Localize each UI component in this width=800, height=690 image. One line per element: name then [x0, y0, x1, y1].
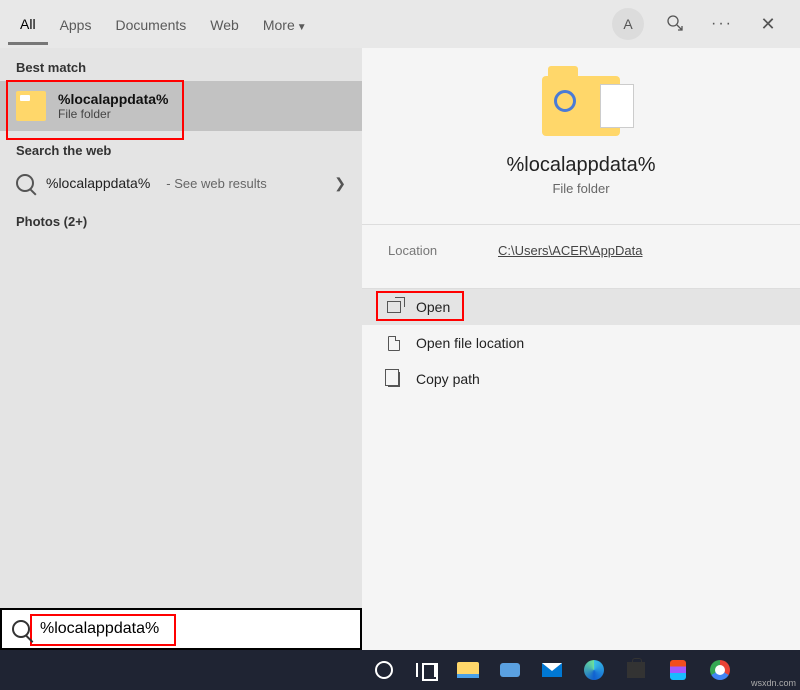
- preview-pane: %localappdata% File folder Location C:\U…: [362, 48, 800, 650]
- watermark: wsxdn.com: [751, 678, 796, 688]
- document-icon: [386, 335, 402, 351]
- chrome-icon[interactable]: [706, 656, 734, 684]
- options-icon[interactable]: ···: [708, 10, 736, 38]
- folder-large-icon: [542, 76, 620, 136]
- folder-icon: [16, 91, 46, 121]
- search-icon: [12, 620, 30, 638]
- tab-apps[interactable]: Apps: [48, 5, 104, 43]
- photos-label[interactable]: Photos (2+): [0, 202, 362, 235]
- result-title: %localappdata%: [58, 91, 168, 107]
- store-icon[interactable]: [622, 656, 650, 684]
- results-pane: Best match %localappdata% File folder Se…: [0, 48, 362, 650]
- best-match-label: Best match: [0, 48, 362, 81]
- location-value[interactable]: C:\Users\ACER\AppData: [498, 243, 643, 258]
- cortana-icon[interactable]: [370, 656, 398, 684]
- edge-icon[interactable]: [580, 656, 608, 684]
- web-result-title: %localappdata%: [46, 175, 150, 191]
- location-label: Location: [388, 243, 498, 258]
- taskview-icon[interactable]: [412, 656, 440, 684]
- location-row: Location C:\Users\ACER\AppData: [362, 225, 800, 276]
- chevron-down-icon: ▼: [297, 22, 307, 33]
- copy-icon: [386, 371, 402, 387]
- close-icon[interactable]: ✕: [754, 10, 782, 38]
- tab-all[interactable]: All: [8, 4, 48, 45]
- search-icon: [16, 174, 34, 192]
- best-match-result[interactable]: %localappdata% File folder: [0, 81, 362, 131]
- search-web-label: Search the web: [0, 131, 362, 164]
- search-tabs: All Apps Documents Web More▼ A ··· ✕: [0, 0, 800, 48]
- taskbar: [0, 650, 800, 690]
- action-open-location[interactable]: Open file location: [362, 325, 800, 361]
- preview-title: %localappdata%: [507, 154, 656, 177]
- action-copy-path[interactable]: Copy path: [362, 361, 800, 397]
- chevron-right-icon: ❯: [334, 175, 346, 192]
- search-input[interactable]: [40, 620, 350, 638]
- tab-more[interactable]: More▼: [251, 5, 319, 43]
- preview-subtitle: File folder: [552, 181, 609, 196]
- mail-icon[interactable]: [538, 656, 566, 684]
- result-subtitle: File folder: [58, 107, 168, 121]
- figma-icon[interactable]: [664, 656, 692, 684]
- weather-icon[interactable]: [496, 656, 524, 684]
- action-open[interactable]: Open: [362, 289, 800, 325]
- feedback-icon[interactable]: [662, 10, 690, 38]
- action-label: Open: [416, 299, 450, 315]
- user-avatar[interactable]: A: [612, 8, 644, 40]
- file-explorer-icon[interactable]: [454, 656, 482, 684]
- action-label: Copy path: [416, 371, 480, 387]
- tab-documents[interactable]: Documents: [103, 5, 198, 43]
- open-icon: [386, 299, 402, 315]
- search-box[interactable]: [0, 608, 362, 650]
- web-result[interactable]: %localappdata% - See web results ❯: [0, 164, 362, 202]
- tab-web[interactable]: Web: [198, 5, 251, 43]
- action-label: Open file location: [416, 335, 524, 351]
- web-result-sub: - See web results: [166, 176, 266, 191]
